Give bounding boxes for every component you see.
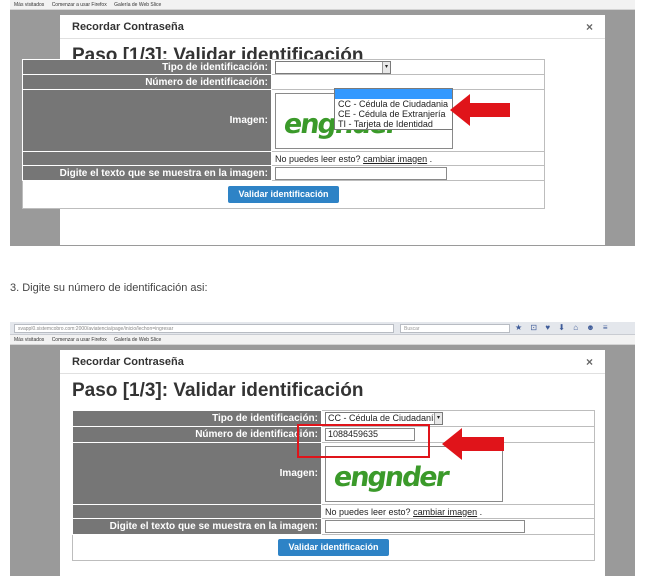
modal-header-title: Recordar Contraseña (72, 21, 184, 33)
change-image-suffix: . (479, 506, 483, 517)
validate-button[interactable]: Validar identificación (228, 186, 339, 203)
captcha-input[interactable] (325, 520, 525, 533)
numero-label: Número de identificación: (72, 426, 322, 443)
validate-button[interactable]: Validar identificación (278, 539, 389, 556)
chevron-down-icon[interactable]: ▾ (434, 413, 442, 424)
modal-header: Recordar Contraseña × (60, 350, 605, 374)
change-image-link[interactable]: cambiar imagen (413, 507, 477, 517)
tipo-select[interactable]: ▾ (275, 60, 391, 74)
numero-label: Número de identificación: (22, 74, 272, 90)
dropdown-option[interactable]: TI - Tarjeta de Identidad (335, 119, 452, 129)
captcha-text: engnder (331, 461, 450, 493)
bookmark-item[interactable]: Comenzar a usar Firefox (52, 2, 107, 8)
cant-read-text: No puedes leer esto? (275, 153, 361, 164)
captcha-input[interactable] (275, 166, 447, 180)
tipo-dropdown-list[interactable]: CC - Cédula de Ciudadania CE - Cédula de… (334, 88, 453, 130)
bookmark-item[interactable]: Galería de Web Slice (114, 337, 161, 343)
browser-toolbar: svappl0.sistemcobro.com:2000/aviatencia/… (10, 322, 635, 335)
toolbar-icons[interactable]: ★ ⊡ ♥ ⬇ ⌂ ☻ ≡ (515, 323, 611, 332)
bookmarks-bar: Más visitados Comenzar a usar Firefox Ga… (10, 0, 635, 10)
url-bar[interactable]: svappl0.sistemcobro.com:2000/aviatencia/… (14, 324, 394, 333)
change-image-link[interactable]: cambiar imagen (363, 154, 427, 164)
digite-label: Digite el texto que se muestra en la ima… (22, 165, 272, 181)
chevron-down-icon[interactable]: ▾ (382, 61, 390, 73)
dropdown-option[interactable]: CC - Cédula de Ciudadania (335, 99, 452, 109)
digite-label: Digite el texto que se muestra en la ima… (72, 518, 322, 535)
dropdown-highlight[interactable] (335, 89, 452, 99)
red-arrow-icon (442, 428, 504, 460)
identification-form: Tipo de identificación: ▾ Número de iden… (22, 59, 545, 209)
change-image-suffix: . (429, 153, 433, 164)
modal-header-title: Recordar Contraseña (72, 356, 184, 368)
imagen-label: Imagen: (72, 442, 322, 505)
dropdown-option[interactable]: CE - Cédula de Extranjería (335, 109, 452, 119)
tipo-label: Tipo de identificación: (22, 59, 272, 75)
screenshot-1: Más visitados Comenzar a usar Firefox Ga… (10, 0, 635, 246)
tipo-selected-value: CC - Cédula de Ciudadanía (328, 413, 439, 423)
highlight-box (297, 424, 430, 458)
cant-read-text: No puedes leer esto? (325, 506, 411, 517)
search-input[interactable]: Buscar (400, 324, 510, 333)
bookmark-item[interactable]: Galería de Web Slice (114, 2, 161, 8)
page-title: Paso [1/3]: Validar identificación (72, 380, 364, 401)
bookmark-item[interactable]: Más visitados (14, 2, 44, 8)
modal-header: Recordar Contraseña × (60, 15, 605, 39)
close-icon[interactable]: × (586, 350, 593, 374)
screenshot-2: svappl0.sistemcobro.com:2000/aviatencia/… (10, 322, 635, 576)
red-arrow-icon (450, 94, 510, 126)
bookmarks-bar: Más visitados Comenzar a usar Firefox Ga… (10, 335, 635, 345)
bookmark-item[interactable]: Más visitados (14, 337, 44, 343)
close-icon[interactable]: × (586, 15, 593, 39)
bookmark-item[interactable]: Comenzar a usar Firefox (52, 337, 107, 343)
step-3-text: 3. Digite su número de identificación as… (10, 282, 208, 294)
imagen-label: Imagen: (22, 89, 272, 152)
tipo-label: Tipo de identificación: (72, 410, 322, 427)
